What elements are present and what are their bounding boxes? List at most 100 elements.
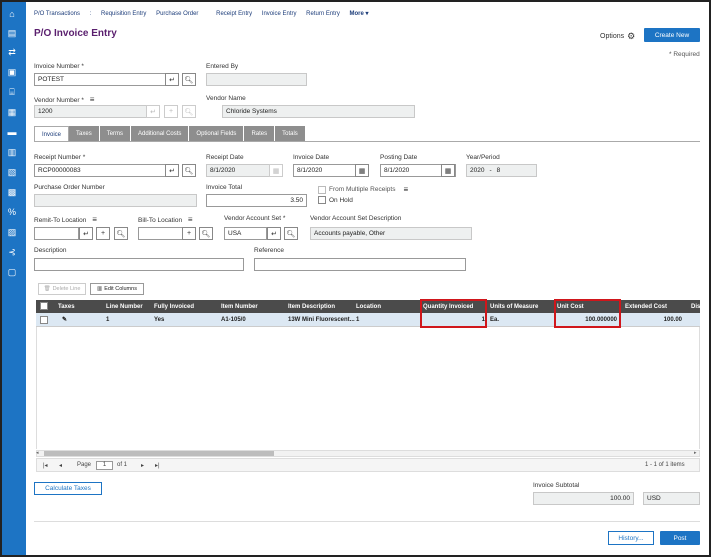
invoice-subtotal-value: 100.00 [533,492,634,505]
search-icon[interactable]: 🔍︎ [114,227,128,240]
search-icon[interactable]: 🔍︎ [182,73,196,86]
vendor-account-set-input[interactable]: USA [224,227,267,240]
bank-icon[interactable]: ⌸ [6,86,18,98]
remit-to-label: Remit-To Location ≡ [34,215,97,224]
enter-icon: ↵ [146,105,160,118]
folder-icon[interactable]: ▬ [6,126,18,138]
ledger-icon[interactable]: ▥ [6,146,18,158]
post-button[interactable]: Post [660,531,700,545]
nav-return-entry[interactable]: Return Entry [306,11,340,17]
add-icon[interactable]: + [182,227,196,240]
on-hold-checkbox[interactable] [318,196,326,204]
document-icon[interactable]: ▤ [6,27,18,39]
calendar-icon[interactable]: ▩ [6,186,18,198]
last-page-icon[interactable]: ▸| [155,462,160,469]
list-icon[interactable]: ≡ [403,185,408,194]
col-fully-invoiced[interactable]: Fully Invoiced [154,304,194,310]
calendar-icon[interactable]: ▦ [441,164,455,177]
cart-icon[interactable]: ▧ [6,166,18,178]
tab-invoice[interactable]: Invoice [34,126,70,142]
search-icon[interactable]: 🔍︎ [182,164,196,177]
page-input[interactable]: 1 [96,461,113,470]
col-discount[interactable]: Dis [691,304,700,310]
tab-optional-fields[interactable]: Optional Fields [189,126,245,142]
description-input[interactable] [34,258,244,271]
enter-icon[interactable]: ↵ [79,227,93,240]
search-icon[interactable]: 🔍︎ [284,227,298,240]
split-icon[interactable]: ⊰ [6,246,18,258]
col-extended-cost[interactable]: Extended Cost [625,304,667,310]
invoice-number-input[interactable]: POTEST [34,73,166,86]
report-icon[interactable]: ▨ [6,226,18,238]
invoice-date-label: Invoice Date [293,154,330,161]
scrollbar-thumb[interactable] [44,451,274,456]
options-label: Options [600,33,625,40]
tab-taxes[interactable]: Taxes [69,126,100,142]
page-label: Page [77,462,92,468]
enter-icon[interactable]: ↵ [165,73,179,86]
from-multiple-receipts[interactable]: From Multiple Receipts ≡ [318,185,408,194]
on-hold[interactable]: On Hold [318,196,353,204]
vendor-account-desc-label: Vendor Account Set Description [310,215,402,222]
delete-line-button: 🗑︎ Delete Line [38,283,86,295]
col-location[interactable]: Location [356,304,381,310]
nav-separator: : [89,11,92,17]
create-new-button[interactable]: Create New [644,28,700,42]
calculate-taxes-button[interactable]: Calculate Taxes [34,482,102,495]
on-hold-label: On Hold [329,196,353,204]
tab-totals[interactable]: Totals [275,126,306,142]
briefcase-icon[interactable]: ▦ [6,106,18,118]
scroll-right-arrow[interactable]: ▸ [694,450,697,456]
next-page-icon[interactable]: ▸ [141,462,144,469]
columns-icon: ▥ [97,286,103,292]
reference-input[interactable] [254,258,466,271]
row-checkbox[interactable] [40,316,48,324]
bag-icon[interactable]: ▣ [6,66,18,78]
percent-icon[interactable]: % [6,206,18,218]
top-navigation: P/O Transactions : Requisition Entry Pur… [34,10,377,17]
home-icon[interactable]: ⌂ [6,8,18,20]
col-item-description[interactable]: Item Description [288,304,335,310]
invoice-total-input[interactable]: 3.50 [206,194,307,207]
history-button[interactable]: History... [608,531,654,545]
nav-receipt-entry[interactable]: Receipt Entry [216,11,252,17]
remit-to-input[interactable] [34,227,79,240]
year-period-input: 2020 - 8 [466,164,537,177]
enter-icon[interactable]: ↵ [267,227,281,240]
receipt-number-input[interactable]: RCP00000083 [34,164,166,177]
tab-rates[interactable]: Rates [244,126,276,142]
col-taxes[interactable]: Taxes [58,304,75,310]
col-units-of-measure[interactable]: Units of Measure [490,304,538,310]
add-icon[interactable]: + [96,227,110,240]
nav-invoice-entry[interactable]: Invoice Entry [262,11,297,17]
tab-terms[interactable]: Terms [99,126,132,142]
tab-additional-costs[interactable]: Additional Costs [131,126,190,142]
nav-po-transactions[interactable]: P/O Transactions [34,11,80,17]
calendar-icon[interactable]: ▦ [355,164,369,177]
scroll-left-arrow[interactable]: ◂ [36,450,39,456]
list-icon[interactable]: ≡ [92,215,97,224]
first-page-icon[interactable]: |◂ [43,462,48,469]
search-icon[interactable]: 🔍︎ [199,227,213,240]
list-icon[interactable]: ≡ [90,95,95,104]
transfer-icon[interactable]: ⇄ [6,46,18,58]
prev-page-icon[interactable]: ◂ [59,462,62,469]
bill-to-input[interactable] [138,227,183,240]
nav-requisition-entry[interactable]: Requisition Entry [101,11,146,17]
invoice-number-label: Invoice Number * [34,63,84,70]
from-multiple-receipts-checkbox[interactable] [318,185,326,194]
col-line-number[interactable]: Line Number [106,304,143,310]
edit-columns-button[interactable]: ▥ Edit Columns [90,283,144,295]
col-item-number[interactable]: Item Number [221,304,258,310]
nav-more[interactable]: More ▾ [350,11,369,17]
options-menu[interactable]: Options ⚙ [600,31,635,42]
currency-value: USD [643,492,700,505]
list-icon[interactable]: ≡ [188,215,193,224]
nav-purchase-order[interactable]: Purchase Order [156,11,198,17]
chart-icon[interactable]: ▢ [6,266,18,278]
entered-by-label: Entered By [206,63,239,70]
enter-icon[interactable]: ↵ [165,164,179,177]
select-all-checkbox[interactable] [40,302,48,310]
pencil-icon[interactable]: ✎ [62,316,67,323]
footer-divider [34,521,700,522]
